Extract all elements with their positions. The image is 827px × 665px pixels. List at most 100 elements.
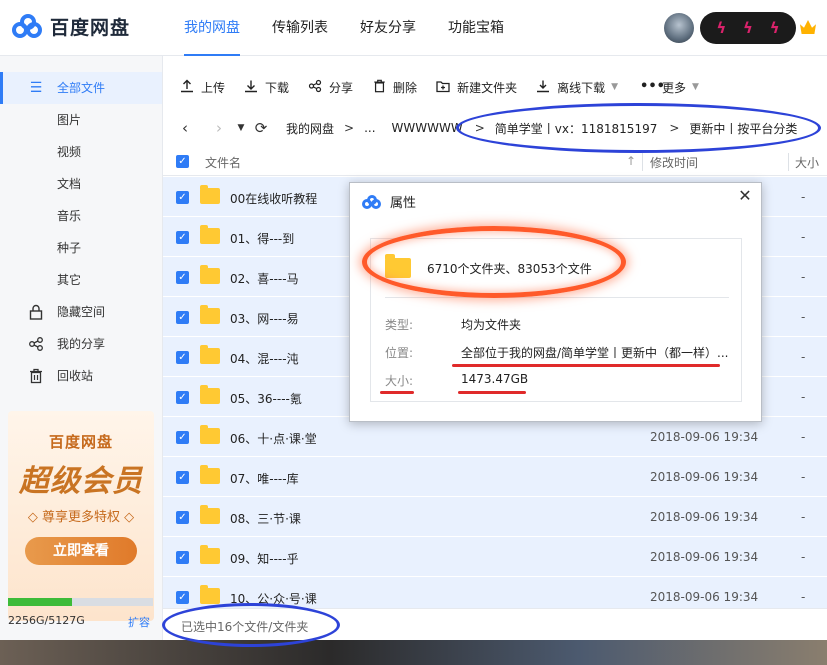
selection-status: 已选中16个文件/文件夹 [181, 620, 309, 634]
divider [385, 297, 729, 298]
sidebar-item-music[interactable]: 音乐 [0, 200, 162, 232]
refresh-icon[interactable]: ⟳ [253, 119, 269, 137]
table-row[interactable]: ✓ 06、十·点·课·堂 2018-09-06 19:34 - [163, 417, 827, 457]
new-folder-icon [435, 79, 451, 95]
row-checkbox[interactable]: ✓ [176, 191, 189, 204]
breadcrumb-segment-1[interactable]: WWWWWW [392, 121, 463, 135]
lightning-icon: ϟ [769, 19, 780, 37]
folder-icon [200, 305, 220, 324]
download-label: 下载 [265, 80, 290, 95]
new-folder-button[interactable]: 新建文件夹 [435, 79, 517, 96]
row-checkbox[interactable]: ✓ [176, 311, 189, 324]
breadcrumb: ‹ › ▼ ⟳ 我的网盘 > ... WWWWWW > 简单学堂丨vx：1181… [163, 108, 827, 148]
avatar[interactable] [664, 13, 694, 43]
column-header-size[interactable]: 大小 [795, 154, 819, 171]
column-header-mtime[interactable]: 修改时间 [650, 154, 698, 171]
trash-icon [371, 79, 387, 95]
file-mtime: 2018-09-06 19:34 [650, 510, 759, 524]
row-checkbox[interactable]: ✓ [176, 351, 189, 364]
username-pill[interactable]: ϟ ϟ ϟ [700, 12, 796, 44]
file-name[interactable]: 06、十·点·课·堂 [230, 430, 317, 447]
file-size: - [801, 470, 806, 484]
download-button[interactable]: 下载 [243, 79, 289, 96]
super-vip-promo[interactable]: 百度网盘 超级会员 ◇ 尊享更多特权 ◇ 立即查看 [8, 411, 154, 621]
history-dropdown-icon[interactable]: ▼ [233, 123, 249, 133]
folder-icon [385, 254, 411, 278]
row-checkbox[interactable]: ✓ [176, 471, 189, 484]
promo-view-button[interactable]: 立即查看 [25, 537, 137, 565]
dialog-summary: 6710个文件夹、83053个文件 [427, 262, 592, 276]
file-name[interactable]: 05、36----氪 [230, 390, 302, 407]
row-checkbox[interactable]: ✓ [176, 591, 189, 604]
table-row[interactable]: ✓ 08、三·节·课 2018-09-06 19:34 - [163, 497, 827, 537]
sidebar-item-label: 隐藏空间 [57, 305, 106, 319]
nav-transfer-list[interactable]: 传输列表 [272, 0, 328, 56]
breadcrumb-ellipsis[interactable]: ... [364, 121, 375, 135]
file-toolbar: 上传 下载 分享 删除 新建文件夹 离线下载 ▼ ••• 更多 ▼ [163, 72, 827, 102]
crown-icon[interactable] [800, 20, 816, 34]
sidebar-item-all-files[interactable]: ☰ 全部文件 [0, 72, 162, 104]
column-header-name[interactable]: 文件名 [205, 154, 241, 171]
table-row[interactable]: ✓ 07、唯----库 2018-09-06 19:34 - [163, 457, 827, 497]
share-button[interactable]: 分享 [307, 79, 353, 96]
back-arrow-icon[interactable]: ‹ [177, 119, 193, 137]
select-all-checkbox[interactable]: ✓ [176, 155, 189, 168]
nav-my-netdisk[interactable]: 我的网盘 [184, 0, 240, 56]
table-row[interactable]: ✓ 10、公·众·号·课 2018-09-06 19:34 - [163, 577, 827, 608]
file-table-header: ✓ 文件名 ↑ 修改时间 大小 [163, 148, 827, 176]
sidebar-item-recycle-bin[interactable]: 回收站 [0, 360, 162, 392]
nav-toolbox[interactable]: 功能宝箱 [448, 0, 504, 56]
nav-friend-share[interactable]: 好友分享 [360, 0, 416, 56]
row-checkbox[interactable]: ✓ [176, 511, 189, 524]
table-row[interactable]: ✓ 09、知----乎 2018-09-06 19:34 - [163, 537, 827, 577]
cloud-logo-icon [362, 194, 382, 209]
breadcrumb-segment-2[interactable]: 简单学堂丨vx：1181815197 [495, 120, 658, 137]
sidebar-item-other[interactable]: 其它 [0, 264, 162, 296]
file-name[interactable]: 03、网----易 [230, 310, 299, 327]
app-logo[interactable]: 百度网盘 [12, 13, 130, 40]
row-checkbox[interactable]: ✓ [176, 551, 189, 564]
breadcrumb-segment-3[interactable]: 更新中丨按平台分类 [689, 120, 797, 137]
expand-storage-link[interactable]: 扩容 [128, 614, 150, 630]
share-icon [28, 336, 44, 352]
folder-icon [200, 265, 220, 284]
file-name[interactable]: 07、唯----库 [230, 470, 299, 487]
dialog-title: 属性 [390, 196, 417, 211]
file-name[interactable]: 10、公·众·号·课 [230, 590, 317, 607]
chevron-down-icon: ▼ [611, 82, 619, 92]
file-name[interactable]: 01、得---到 [230, 230, 294, 247]
file-name[interactable]: 00在线收听教程 [230, 190, 317, 207]
file-name[interactable]: 09、知----乎 [230, 550, 299, 567]
row-checkbox[interactable]: ✓ [176, 271, 189, 284]
sidebar-item-torrents[interactable]: 种子 [0, 232, 162, 264]
row-checkbox[interactable]: ✓ [176, 231, 189, 244]
file-mtime: 2018-09-06 19:34 [650, 430, 759, 444]
delete-button[interactable]: 删除 [371, 79, 417, 96]
file-size: - [801, 310, 806, 324]
cloud-logo-icon [12, 13, 42, 40]
row-checkbox[interactable]: ✓ [176, 391, 189, 404]
upload-button[interactable]: 上传 [179, 79, 225, 96]
sidebar: ☰ 全部文件 图片 视频 文档 音乐 种子 其它 隐藏空间 我的分享 回收站 百… [0, 56, 163, 665]
desktop-background-strip [0, 640, 827, 665]
sidebar-item-label: 我的分享 [57, 337, 106, 351]
sidebar-item-documents[interactable]: 文档 [0, 168, 162, 200]
file-name[interactable]: 04、混----沌 [230, 350, 299, 367]
sidebar-item-videos[interactable]: 视频 [0, 136, 162, 168]
file-name[interactable]: 08、三·节·课 [230, 510, 301, 527]
folder-icon [200, 545, 220, 564]
sort-arrow-icon[interactable]: ↑ [626, 154, 636, 168]
trash-icon [28, 368, 44, 384]
row-checkbox[interactable]: ✓ [176, 431, 189, 444]
more-button[interactable]: ••• 更多 ▼ [640, 79, 699, 96]
sidebar-item-hidden-space[interactable]: 隐藏空间 [0, 296, 162, 328]
file-name[interactable]: 02、喜----马 [230, 270, 299, 287]
offline-download-button[interactable]: 离线下载 ▼ [535, 79, 618, 96]
breadcrumb-root[interactable]: 我的网盘 [286, 120, 334, 137]
close-icon[interactable]: ✕ [736, 187, 754, 205]
sidebar-item-my-shares[interactable]: 我的分享 [0, 328, 162, 360]
sidebar-item-images[interactable]: 图片 [0, 104, 162, 136]
forward-arrow-icon[interactable]: › [211, 119, 227, 137]
file-size: - [801, 430, 806, 444]
sidebar-item-label: 回收站 [57, 369, 94, 383]
